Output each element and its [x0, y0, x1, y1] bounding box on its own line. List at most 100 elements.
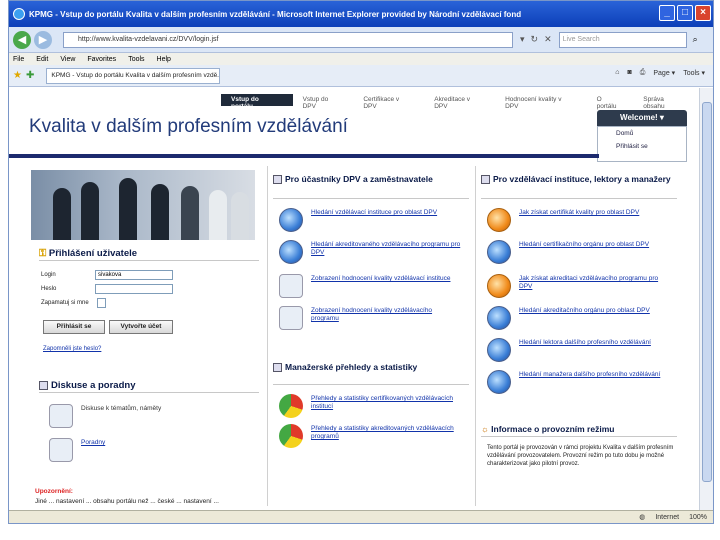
list-item[interactable]: Zobrazení hodnocení kvality vzdělávací i…: [279, 274, 461, 298]
nav-vstup-portalu[interactable]: Vstup do portálu: [221, 94, 293, 110]
hero-image: [31, 170, 255, 240]
home-icon[interactable]: ⌂: [615, 69, 619, 77]
favorites-star-icon[interactable]: ★: [13, 70, 22, 81]
remember-checkbox[interactable]: [97, 298, 106, 308]
managers-heading: Manažerské přehledy a statistiky: [273, 362, 463, 373]
status-bar: ◍ Internet 100%: [9, 510, 713, 523]
list-item[interactable]: Jak získat akreditaci vzdělávacího progr…: [487, 274, 669, 298]
pie-chart-icon: [279, 394, 303, 418]
register-button[interactable]: Vytvořte účet: [109, 320, 173, 334]
login-button[interactable]: Přihlásit se: [43, 320, 105, 334]
institutions-heading: Pro vzdělávací instituce, lektory a mana…: [481, 174, 671, 185]
page-menu[interactable]: Page ▾: [653, 69, 675, 77]
section-icon: [273, 363, 282, 373]
browser-tab[interactable]: KPMG - Vstup do portálu Kvalita v dalším…: [46, 67, 221, 84]
nav-certifikace[interactable]: Certifikace v DPV: [353, 94, 424, 110]
notice-text: Jiné ... nastavení ... obsahu portálu ne…: [35, 498, 219, 505]
list-item[interactable]: Poradny: [49, 438, 231, 462]
address-bar-row: ◀ ▶ http://www.kvalita-vzdelavani.cz/DVV…: [9, 27, 713, 53]
list-item[interactable]: Zobrazení hodnocení kvality vzdělávacího…: [279, 306, 461, 330]
password-input[interactable]: [95, 284, 173, 294]
help-icon: [487, 208, 511, 232]
site-nav: Vstup do portálu Vstup do DPV Certifikac…: [221, 94, 697, 110]
welcome-menu-button[interactable]: Welcome! ▾: [597, 110, 687, 126]
search-globe-icon: [487, 306, 511, 330]
search-globe-icon: [279, 208, 303, 232]
ie-icon: [13, 8, 25, 20]
signal-icon: ☼: [481, 424, 489, 434]
remember-label: Zapamatuj si mne: [41, 300, 89, 306]
dropdown-arrow-icon[interactable]: ▾: [520, 34, 525, 45]
list-item[interactable]: Jak získat certifikát kvality pro oblast…: [487, 208, 669, 232]
back-button[interactable]: ◀: [13, 30, 31, 49]
login-input[interactable]: sivakova: [95, 270, 173, 280]
rating-icon: [279, 306, 303, 330]
login-label: Login: [41, 272, 56, 278]
refresh-icon[interactable]: ↻: [531, 34, 539, 45]
menu-item-login[interactable]: Přihlásit se: [598, 140, 686, 153]
nav-hodnoceni[interactable]: Hodnocení kvality v DPV: [495, 94, 586, 110]
list-item[interactable]: Diskuse k tématům, náměty: [49, 404, 231, 428]
menu-item-home[interactable]: Domů: [598, 127, 686, 140]
notice-heading: Upozornění:: [35, 488, 73, 495]
nav-vstup-dpv[interactable]: Vstup do DPV: [293, 94, 354, 110]
help-icon: [487, 274, 511, 298]
minimize-button[interactable]: _: [659, 5, 675, 21]
menu-help[interactable]: Help: [157, 56, 171, 63]
forum-heading: Diskuse a poradny: [39, 380, 135, 391]
browser-window: KPMG - Vstup do portálu Kvalita v dalším…: [8, 0, 714, 524]
title-bar: KPMG - Vstup do portálu Kvalita v dalším…: [9, 1, 713, 27]
list-item[interactable]: Hledání manažera dalšího profesního vzdě…: [487, 370, 669, 394]
add-favorite-icon[interactable]: ✚: [26, 70, 34, 81]
menu-tools[interactable]: Tools: [128, 56, 144, 63]
tools-menu[interactable]: Tools ▾: [683, 69, 705, 77]
rating-icon: [279, 274, 303, 298]
web-page: Vstup do portálu Vstup do DPV Certifikac…: [9, 88, 699, 512]
search-globe-icon: [487, 370, 511, 394]
list-item[interactable]: Hledání vzdělávací instituce pro oblast …: [279, 208, 461, 232]
nav-akreditace[interactable]: Akreditace v DPV: [424, 94, 495, 110]
info-text: Tento portál je provozován v rámci proje…: [487, 445, 674, 467]
zoom-level[interactable]: 100%: [689, 514, 707, 521]
list-item[interactable]: Hledání akreditačního orgánu pro oblast …: [487, 306, 669, 330]
vertical-scrollbar[interactable]: [699, 88, 713, 512]
list-item[interactable]: Hledání lektora dalšího profesního vzděl…: [487, 338, 669, 362]
login-heading: ⚿ Přihlášení uživatele: [39, 248, 138, 259]
search-input[interactable]: Live Search: [558, 31, 687, 48]
list-item[interactable]: Přehledy a statistiky certifikovaných vz…: [279, 394, 461, 418]
globe-icon: ◍: [639, 514, 646, 521]
password-label: Heslo: [41, 286, 57, 292]
participants-heading: Pro účastníky DPV a zaměstnavatele: [273, 174, 463, 185]
header-divider: [9, 154, 599, 158]
page-title: Kvalita v dalším profesním vzdělávání: [29, 116, 348, 137]
nav-sprava-obsahu[interactable]: Správa obsahu: [633, 94, 697, 110]
forgot-password-link[interactable]: Zapomněli jste heslo?: [43, 346, 101, 352]
forward-button[interactable]: ▶: [34, 30, 52, 49]
menu-edit[interactable]: Edit: [36, 56, 48, 63]
maximize-button[interactable]: □: [677, 5, 693, 21]
menu-file[interactable]: File: [13, 56, 24, 63]
list-item[interactable]: Hledání certifikačního orgánu pro oblast…: [487, 240, 669, 264]
search-icon[interactable]: ⌕: [693, 34, 698, 45]
close-button[interactable]: ×: [695, 5, 711, 21]
menu-view[interactable]: View: [60, 56, 75, 63]
welcome-dropdown: Domů Přihlásit se: [597, 126, 687, 162]
print-icon[interactable]: ⎙: [640, 69, 646, 77]
list-item[interactable]: Přehledy a statistiky akreditovaných vzd…: [279, 424, 461, 448]
stop-icon[interactable]: ✕: [544, 34, 552, 45]
zone-label: Internet: [655, 513, 680, 521]
address-input[interactable]: http://www.kvalita-vzdelavani.cz/DVV/log…: [63, 31, 513, 48]
list-item[interactable]: Hledání akreditovaného vzdělávacího prog…: [279, 240, 461, 264]
section-icon: [481, 175, 490, 185]
nav-o-portalu[interactable]: O portálu: [587, 94, 634, 110]
menu-favorites[interactable]: Favorites: [87, 56, 116, 63]
search-globe-icon: [279, 240, 303, 264]
search-globe-icon: [487, 240, 511, 264]
window-title: KPMG - Vstup do portálu Kvalita v dalším…: [29, 9, 522, 19]
pie-chart-icon: [279, 424, 303, 448]
section-icon: [273, 175, 282, 185]
feeds-icon[interactable]: ◙: [628, 69, 632, 77]
menu-bar: File Edit View Favorites Tools Help: [9, 53, 713, 65]
search-globe-icon: [487, 338, 511, 362]
users-icon: [49, 438, 73, 462]
